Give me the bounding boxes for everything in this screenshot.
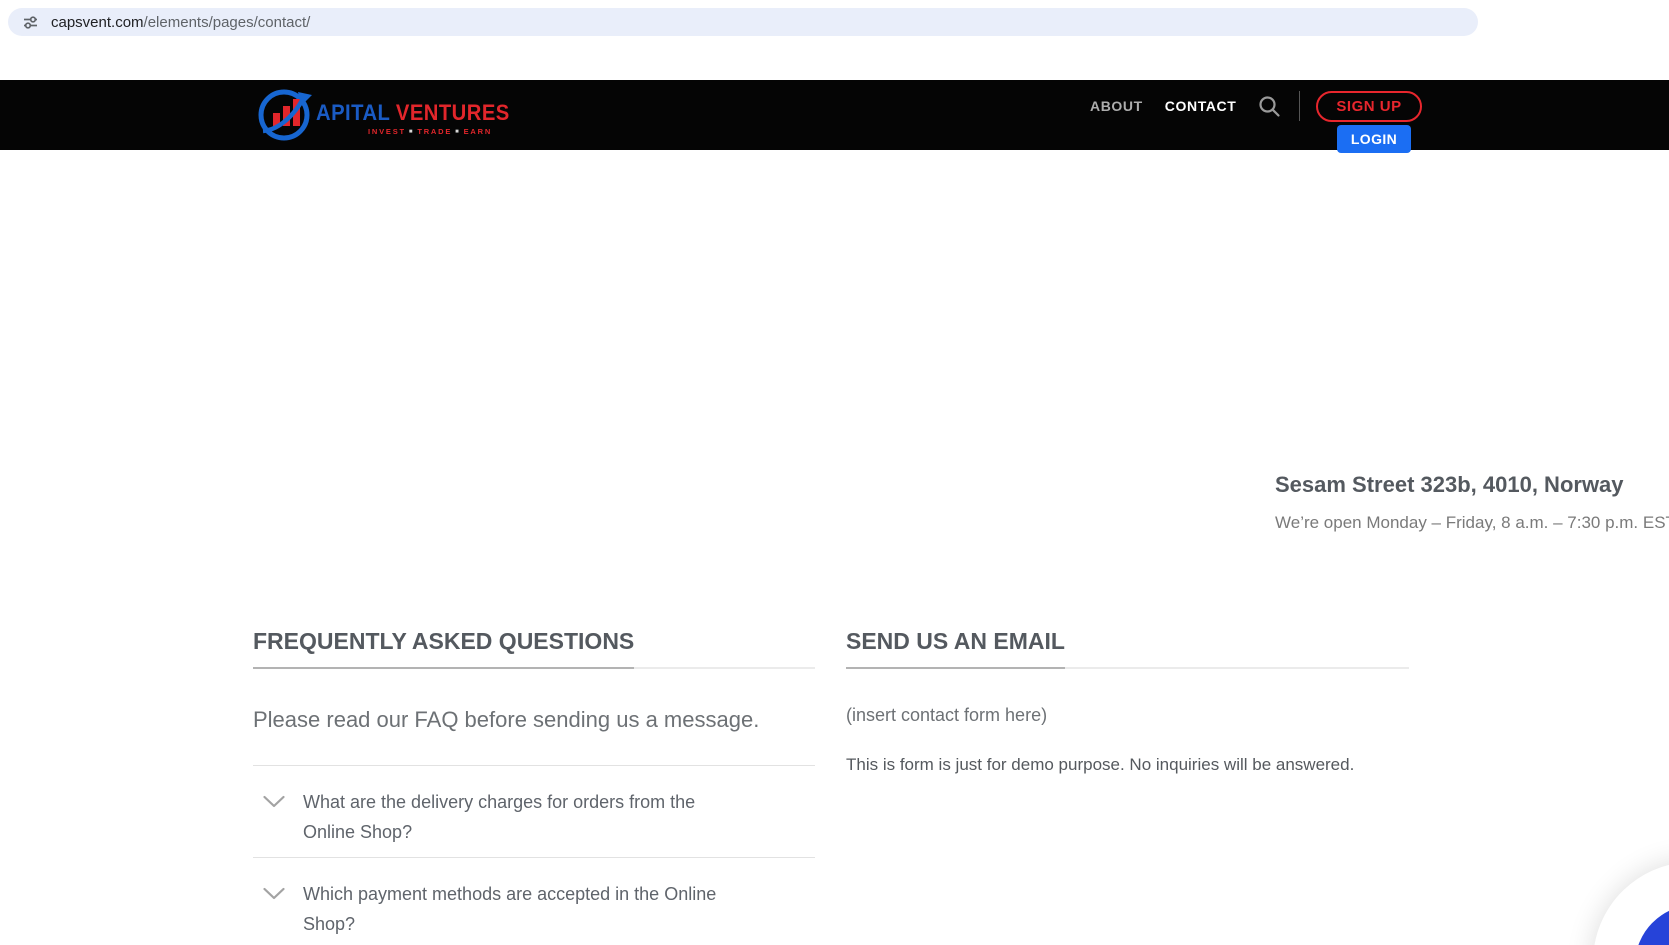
tagline-separator-icon: ■: [455, 128, 461, 135]
email-title: SEND US AN EMAIL: [846, 628, 1065, 669]
tagline-word: TRADE: [417, 126, 453, 136]
faq-title: FREQUENTLY ASKED QUESTIONS: [253, 628, 635, 669]
page: capsvent.com/elements/pages/contact/ API…: [0, 0, 1669, 945]
logo-chart-icon: [256, 86, 314, 149]
logo-wordmark: APITAL VENTURES: [316, 100, 510, 126]
logo-tagline: INVEST ■ TRADE ■ EARN: [368, 127, 527, 136]
site-header: APITAL VENTURES INVEST ■ TRADE ■ EARN ABOUT C…: [0, 80, 1669, 153]
tagline-word: EARN: [463, 126, 493, 136]
faq-intro: Please read our FAQ before sending us a …: [253, 707, 760, 732]
url-text[interactable]: capsvent.com/elements/pages/contact/: [51, 14, 310, 31]
faq-question: What are the delivery charges for orders…: [303, 792, 696, 842]
faq-section: FREQUENTLY ASKED QUESTIONS Please read o…: [253, 628, 815, 945]
chevron-down-icon: [263, 887, 285, 905]
email-section-head: SEND US AN EMAIL: [846, 628, 1409, 669]
logo[interactable]: APITAL VENTURES INVEST ■ TRADE ■ EARN: [256, 86, 527, 149]
login-button[interactable]: LOGIN: [1337, 125, 1411, 153]
signup-button[interactable]: SIGN UP: [1316, 90, 1422, 122]
search-icon[interactable]: [1258, 95, 1281, 118]
tagline-word: INVEST: [368, 126, 406, 136]
main-nav: ABOUT CONTACT SIGN UP: [1090, 86, 1422, 126]
site-settings-icon[interactable]: [22, 14, 39, 31]
faq-item[interactable]: What are the delivery charges for orders…: [253, 765, 815, 857]
tagline-separator-icon: ■: [408, 128, 415, 135]
nav-divider: [1299, 91, 1301, 121]
contact-form-placeholder: (insert contact form here): [846, 705, 1048, 725]
faq-item[interactable]: Which payment methods are accepted in th…: [253, 857, 815, 945]
browser-url-bar[interactable]: capsvent.com/elements/pages/contact/: [8, 8, 1478, 36]
nav-link-contact[interactable]: CONTACT: [1165, 98, 1237, 114]
faq-section-head: FREQUENTLY ASKED QUESTIONS: [253, 628, 815, 669]
url-domain: capsvent.com: [51, 13, 144, 31]
chevron-down-icon: [263, 795, 285, 813]
nav-link-about[interactable]: ABOUT: [1090, 98, 1143, 114]
demo-note: This is form is just for demo purpose. N…: [846, 755, 1355, 774]
email-section: SEND US AN EMAIL (insert contact form he…: [846, 628, 1409, 779]
logo-text: APITAL VENTURES INVEST ■ TRADE ■ EARN: [316, 100, 527, 136]
contact-hours: We’re open Monday – Friday, 8 a.m. – 7:3…: [1275, 513, 1669, 532]
url-path: /elements/pages/contact/: [143, 13, 311, 31]
faq-question: Which payment methods are accepted in th…: [303, 884, 717, 934]
logo-name-part1: APITAL: [316, 99, 391, 125]
logo-name-part2: VENTURES: [395, 99, 510, 125]
contact-address: Sesam Street 323b, 4010, Norway: [1275, 472, 1624, 497]
contact-info: Sesam Street 323b, 4010, Norway We’re op…: [1275, 470, 1669, 533]
